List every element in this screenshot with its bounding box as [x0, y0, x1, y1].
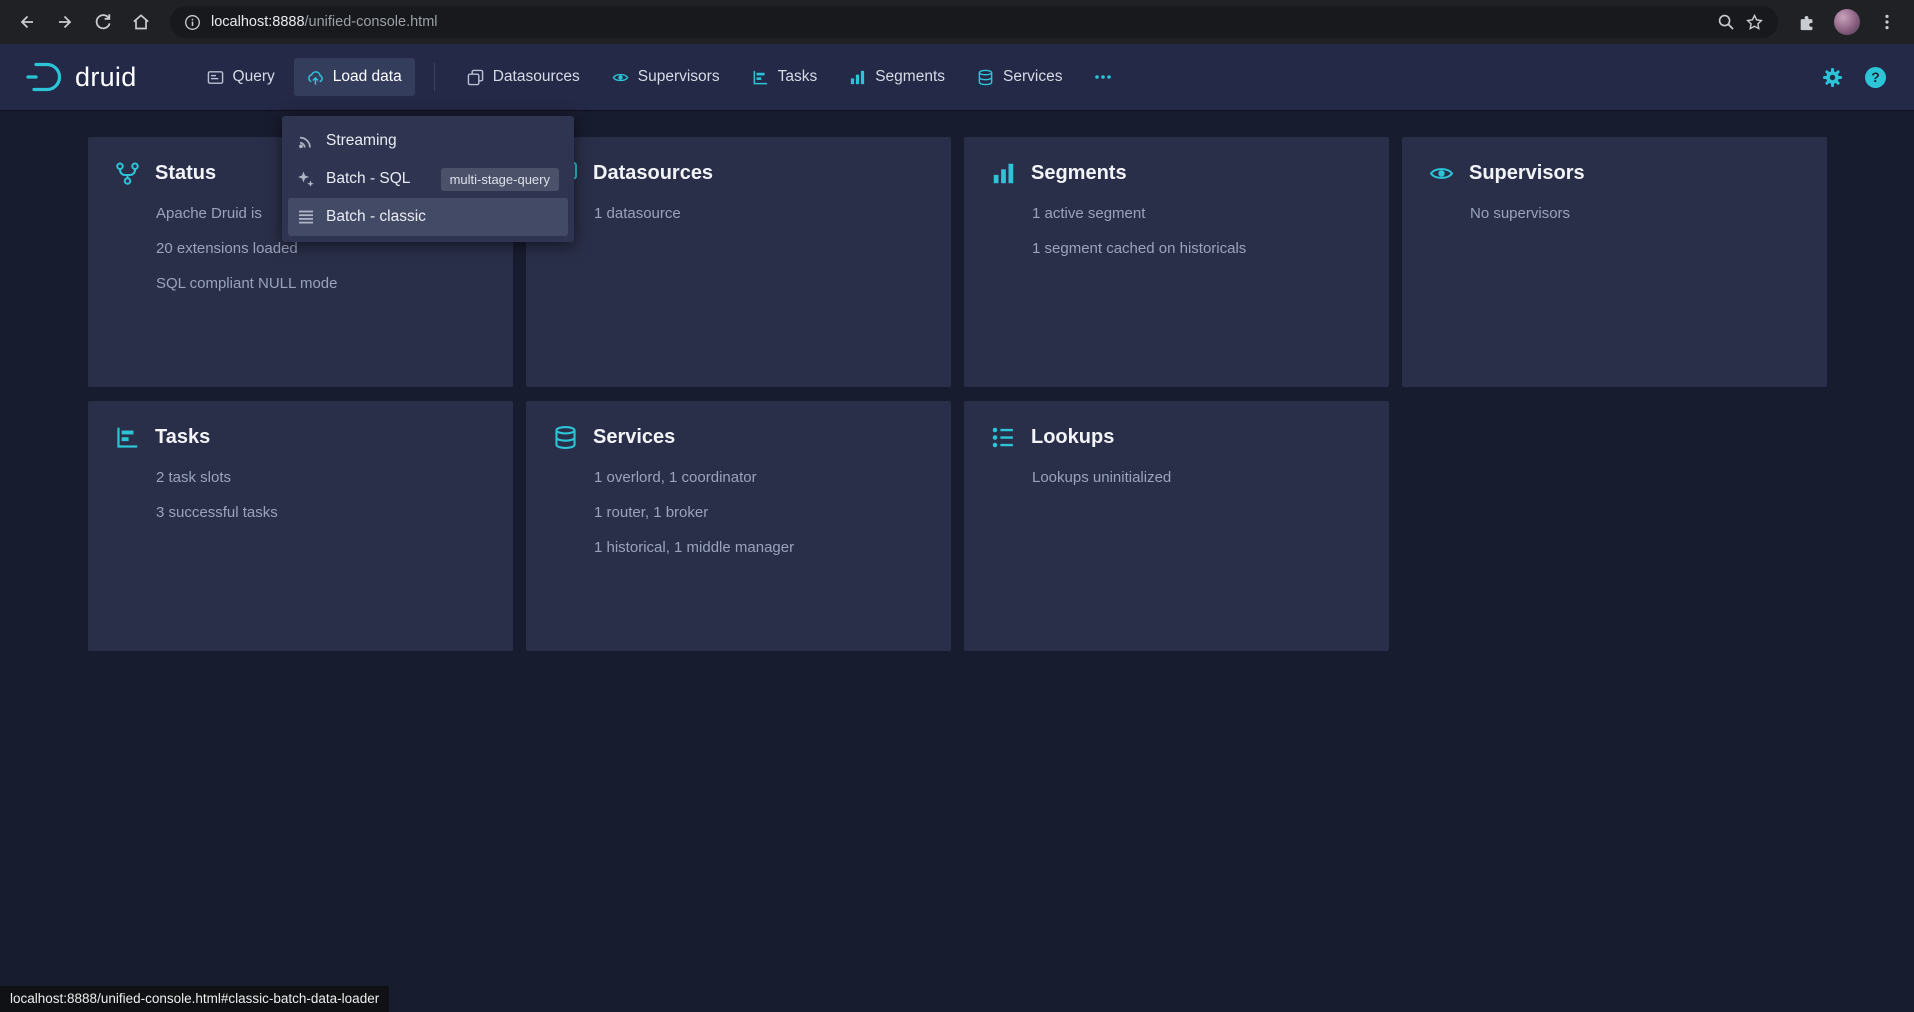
status-line: SQL compliant NULL mode — [156, 266, 486, 301]
url-path: /unified-console.html — [305, 14, 438, 30]
services-line: 1 router, 1 broker — [594, 495, 924, 530]
url-text: localhost:8888/unified-console.html — [211, 14, 438, 30]
menu-item-batch-classic[interactable]: Batch - classic — [288, 198, 568, 236]
reload-button[interactable] — [86, 5, 120, 39]
properties-list-icon — [991, 425, 1016, 450]
address-bar[interactable]: localhost:8888/unified-console.html — [170, 6, 1778, 38]
nav-segments-label: Segments — [875, 68, 945, 86]
zoom-icon[interactable] — [1717, 13, 1735, 31]
bar-chart-icon — [991, 161, 1016, 186]
row-list-icon — [297, 208, 315, 226]
nav-query[interactable]: Query — [194, 58, 288, 96]
card-title: Status — [155, 162, 216, 185]
tasks-line: 3 successful tasks — [156, 495, 486, 530]
druid-logo — [24, 60, 66, 94]
cloud-upload-icon — [307, 69, 324, 86]
services-line: 1 overlord, 1 coordinator — [594, 460, 924, 495]
sparkle-icon — [297, 170, 315, 188]
forward-button[interactable] — [48, 5, 82, 39]
tasks-card[interactable]: Tasks 2 task slots 3 successful tasks — [88, 401, 513, 651]
reload-icon — [93, 12, 113, 32]
card-title: Services — [593, 426, 675, 449]
bookmark-star-icon[interactable] — [1745, 13, 1764, 32]
database-icon — [553, 425, 578, 450]
lookups-line: Lookups uninitialized — [1032, 460, 1362, 495]
back-arrow-icon — [17, 12, 37, 32]
menu-item-batch-sql[interactable]: Batch - SQL multi-stage-query — [288, 160, 568, 198]
brand-text: druid — [75, 62, 137, 93]
nav-supervisors[interactable]: Supervisors — [599, 58, 733, 96]
feed-icon — [297, 132, 315, 150]
nav-supervisors-label: Supervisors — [638, 68, 720, 86]
segments-line: 1 segment cached on historicals — [1032, 231, 1362, 266]
nav-tasks[interactable]: Tasks — [739, 58, 831, 96]
nav-services[interactable]: Services — [964, 58, 1075, 96]
segments-card[interactable]: Segments 1 active segment 1 segment cach… — [964, 137, 1389, 387]
browser-menu-icon[interactable] — [1870, 5, 1904, 39]
supervisors-card[interactable]: Supervisors No supervisors — [1402, 137, 1827, 387]
more-icon — [1094, 68, 1112, 86]
bar-chart-icon — [849, 69, 866, 86]
menu-item-label: Batch - SQL — [326, 170, 410, 188]
eye-icon — [1429, 161, 1454, 186]
nav-services-label: Services — [1003, 68, 1062, 86]
nav-separator — [434, 63, 435, 91]
gantt-icon — [115, 425, 140, 450]
druid-brand[interactable]: druid — [24, 60, 137, 94]
menu-item-label: Streaming — [326, 132, 397, 150]
nav-segments[interactable]: Segments — [836, 58, 958, 96]
query-icon — [207, 69, 224, 86]
datasources-card[interactable]: Datasources 1 datasource — [526, 137, 951, 387]
card-title: Supervisors — [1469, 162, 1585, 185]
menu-item-label: Batch - classic — [326, 208, 426, 226]
nav-query-label: Query — [233, 68, 275, 86]
back-button[interactable] — [10, 5, 44, 39]
tasks-line: 2 task slots — [156, 460, 486, 495]
nav-datasources[interactable]: Datasources — [454, 58, 593, 96]
nav-datasources-label: Datasources — [493, 68, 580, 86]
forward-arrow-icon — [55, 12, 75, 32]
link-status-bubble: localhost:8888/unified-console.html#clas… — [0, 986, 389, 1012]
load-data-menu: Streaming Batch - SQL multi-stage-query … — [282, 116, 574, 242]
extensions-icon[interactable] — [1790, 5, 1824, 39]
browser-toolbar: localhost:8888/unified-console.html — [0, 0, 1914, 44]
supervisors-line: No supervisors — [1470, 196, 1800, 231]
card-title: Tasks — [155, 426, 210, 449]
datasources-line: 1 datasource — [594, 196, 924, 231]
gantt-icon — [752, 69, 769, 86]
database-icon — [977, 69, 994, 86]
help-glyph: ? — [1871, 69, 1880, 85]
home-button[interactable] — [124, 5, 158, 39]
druid-navbar: druid Query Load data Datasources Superv… — [0, 44, 1914, 110]
multi-stage-query-tag: multi-stage-query — [441, 168, 559, 191]
home-icon — [131, 12, 151, 32]
services-card[interactable]: Services 1 overlord, 1 coordinator 1 rou… — [526, 401, 951, 651]
settings-gear-icon[interactable] — [1822, 67, 1843, 88]
card-title: Segments — [1031, 162, 1127, 185]
profile-avatar[interactable] — [1834, 9, 1860, 35]
eye-icon — [612, 69, 629, 86]
card-title: Lookups — [1031, 426, 1114, 449]
nav-load-data-label: Load data — [333, 68, 402, 86]
menu-item-streaming[interactable]: Streaming — [288, 122, 568, 160]
nav-tasks-label: Tasks — [778, 68, 818, 86]
card-title: Datasources — [593, 162, 713, 185]
datasources-icon — [467, 69, 484, 86]
lookups-card[interactable]: Lookups Lookups uninitialized — [964, 401, 1389, 651]
help-icon[interactable]: ? — [1865, 67, 1886, 88]
nav-more[interactable] — [1081, 58, 1125, 96]
nav-load-data[interactable]: Load data — [294, 58, 415, 96]
url-host: localhost:8888 — [211, 14, 305, 30]
segments-line: 1 active segment — [1032, 196, 1362, 231]
services-line: 1 historical, 1 middle manager — [594, 530, 924, 565]
fork-icon — [115, 161, 140, 186]
site-info-icon[interactable] — [184, 14, 201, 31]
